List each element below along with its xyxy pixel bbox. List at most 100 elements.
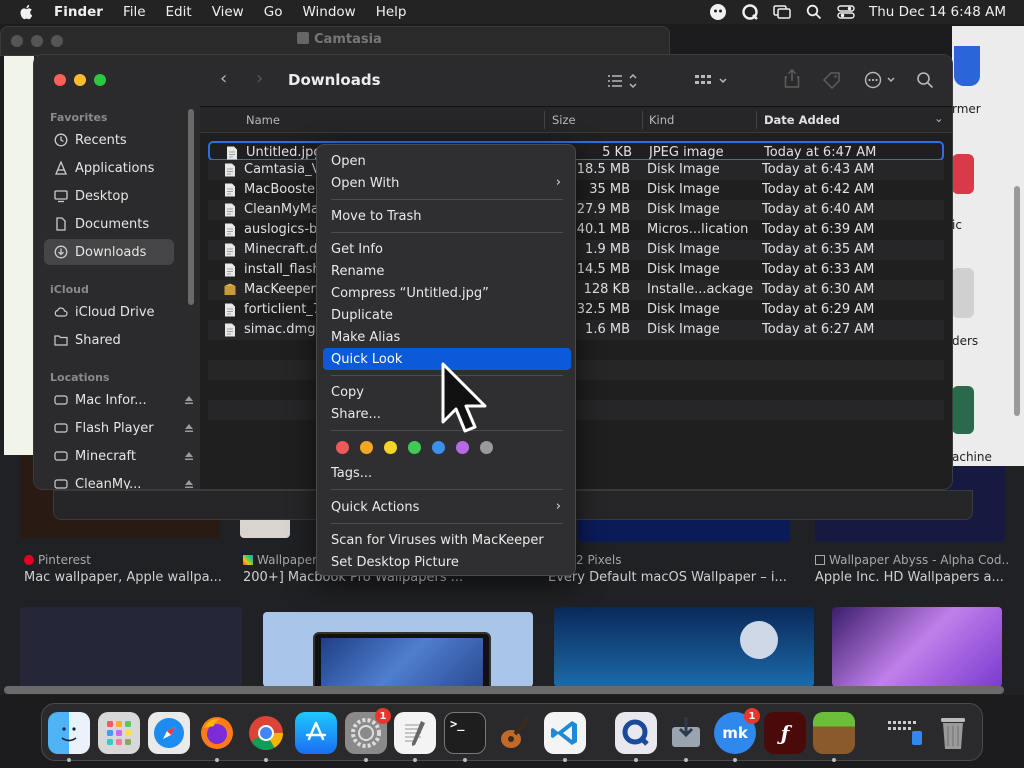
sidebar-item-documents[interactable]: Documents — [44, 211, 174, 237]
menu-item-duplicate[interactable]: Duplicate — [323, 304, 571, 326]
dock-textedit-icon[interactable] — [394, 712, 436, 754]
screen-mirroring-icon[interactable] — [773, 3, 791, 21]
menu-item-scan-for-viruses[interactable]: Scan for Viruses with MacKeeper — [323, 529, 571, 551]
menu-item-make-alias[interactable]: Make Alias — [323, 326, 571, 348]
quicktime-menubar-icon[interactable] — [741, 3, 759, 21]
back-chevron-icon[interactable]: ‹ — [220, 68, 227, 89]
dock-minecraft-icon[interactable] — [813, 712, 855, 754]
sidebar-item-location[interactable]: CleanMy... — [44, 471, 193, 489]
minimize-button[interactable] — [74, 74, 86, 86]
column-header-size[interactable]: Size — [552, 113, 576, 127]
dock-installer-icon[interactable] — [665, 712, 707, 754]
dock-terminal-icon[interactable]: >_ — [444, 712, 486, 754]
result-thumbnail[interactable] — [554, 607, 814, 687]
menu-item-open-with[interactable]: Open With › — [323, 172, 571, 194]
menu-item-compress[interactable]: Compress “Untitled.jpg” — [323, 282, 571, 304]
dock-app-store-icon[interactable] — [295, 712, 337, 754]
dock-garageband-icon[interactable] — [493, 712, 535, 754]
app-icon-grey — [952, 268, 974, 318]
tag-orange-swatch[interactable] — [360, 441, 373, 454]
minimize-button[interactable] — [31, 35, 43, 47]
apple-icon[interactable] — [18, 3, 36, 21]
dock-mackeeper-icon[interactable]: mk 1 — [714, 708, 760, 754]
camtasia-window-titlebar[interactable]: Camtasia — [0, 26, 670, 56]
group-by-icon[interactable] — [694, 73, 732, 89]
dock-safari-icon[interactable] — [148, 712, 190, 754]
result-thumbnail[interactable] — [20, 607, 242, 687]
menu-item-move-to-trash[interactable]: Move to Trash — [323, 205, 571, 227]
sidebar-item-downloads[interactable]: Downloads — [44, 239, 174, 265]
dock-chrome-icon[interactable] — [245, 712, 287, 754]
dock-firefox-icon[interactable] — [196, 712, 238, 754]
zoom-button[interactable] — [94, 74, 106, 86]
result-title[interactable]: Every Default macOS Wallpaper – i... — [548, 570, 788, 585]
list-view-icon[interactable] — [606, 73, 638, 89]
menu-item-quick-actions[interactable]: Quick Actions › — [323, 496, 571, 518]
tag-green-swatch[interactable] — [408, 441, 421, 454]
dock-vscode-icon[interactable] — [544, 712, 586, 754]
cell-kind: Installe...ackage — [647, 282, 754, 297]
sort-chevron-icon[interactable]: ⌄ — [934, 111, 944, 125]
column-header-kind[interactable]: Kind — [649, 113, 674, 127]
eject-icon[interactable] — [184, 423, 194, 433]
result-title[interactable]: Mac wallpaper, Apple wallpa... — [24, 570, 224, 585]
menu-item-open[interactable]: Open — [323, 150, 571, 172]
share-icon[interactable] — [784, 69, 800, 89]
sidebar-item-location[interactable]: Flash Player — [44, 415, 193, 441]
menu-help[interactable]: Help — [366, 4, 417, 20]
menu-item-get-info[interactable]: Get Info — [323, 238, 571, 260]
sidebar-item-location[interactable]: Mac Infor... — [44, 387, 193, 413]
forward-chevron-icon[interactable]: › — [256, 68, 263, 89]
tag-gray-swatch[interactable] — [480, 441, 493, 454]
zoom-button[interactable] — [51, 35, 63, 47]
horizontal-scrollbar[interactable] — [4, 686, 1004, 694]
eject-icon[interactable] — [184, 451, 194, 461]
menu-item-rename[interactable]: Rename — [323, 260, 571, 282]
dock-finder-icon[interactable] — [48, 712, 90, 754]
menu-item-tags[interactable]: Tags... — [323, 462, 571, 484]
column-header-date-added[interactable]: Date Added — [764, 113, 840, 127]
mackeeper-menubar-icon[interactable] — [709, 3, 727, 21]
search-icon[interactable] — [916, 71, 934, 89]
menubar-clock[interactable]: Thu Dec 14 6:48 AM — [869, 4, 1006, 20]
menu-item-set-desktop-picture[interactable]: Set Desktop Picture — [323, 551, 571, 573]
dock-downloads-stack-icon[interactable] — [884, 712, 926, 754]
tag-purple-swatch[interactable] — [456, 441, 469, 454]
menu-window[interactable]: Window — [292, 4, 365, 20]
control-center-icon[interactable] — [837, 3, 855, 21]
tag-icon[interactable] — [822, 71, 842, 89]
sidebar-item-shared[interactable]: Shared — [44, 327, 174, 353]
result-thumbnail[interactable] — [263, 612, 533, 687]
sidebar-item-applications[interactable]: Applications — [44, 155, 174, 181]
context-menu: Open Open With › Move to Trash Get Info R… — [316, 144, 576, 576]
menu-app-finder[interactable]: Finder — [44, 4, 113, 20]
dock-quicktime-icon[interactable] — [615, 712, 657, 754]
column-header-name[interactable]: Name — [246, 113, 280, 127]
dock-launchpad-icon[interactable] — [98, 712, 140, 754]
close-button[interactable] — [11, 35, 23, 47]
eject-icon[interactable] — [184, 395, 194, 405]
result-title[interactable]: Apple Inc. HD Wallpapers a... — [815, 570, 1005, 585]
eject-icon[interactable] — [184, 479, 194, 489]
tag-red-swatch[interactable] — [336, 441, 349, 454]
vertical-scrollbar[interactable] — [1014, 186, 1020, 416]
sidebar-item-desktop[interactable]: Desktop — [44, 183, 174, 209]
menu-file[interactable]: File — [113, 4, 156, 20]
tag-yellow-swatch[interactable] — [384, 441, 397, 454]
sidebar-scrollbar[interactable] — [188, 109, 194, 305]
menu-view[interactable]: View — [202, 4, 254, 20]
menu-edit[interactable]: Edit — [156, 4, 202, 20]
sidebar-item-location[interactable]: Minecraft — [44, 443, 193, 469]
dock-system-settings-icon[interactable]: 1 — [345, 708, 391, 754]
cloud-icon — [54, 305, 68, 319]
sidebar-item-recents[interactable]: Recents — [44, 127, 174, 153]
tag-blue-swatch[interactable] — [432, 441, 445, 454]
close-button[interactable] — [54, 74, 66, 86]
menu-go[interactable]: Go — [254, 4, 293, 20]
dock-trash-icon[interactable] — [932, 712, 974, 754]
dock-flash-player-icon[interactable]: ƒ — [764, 712, 806, 754]
spotlight-search-icon[interactable] — [805, 3, 823, 21]
more-actions-icon[interactable] — [864, 71, 898, 89]
sidebar-item-icloud-drive[interactable]: iCloud Drive — [44, 299, 174, 325]
result-thumbnail[interactable] — [832, 607, 1002, 687]
